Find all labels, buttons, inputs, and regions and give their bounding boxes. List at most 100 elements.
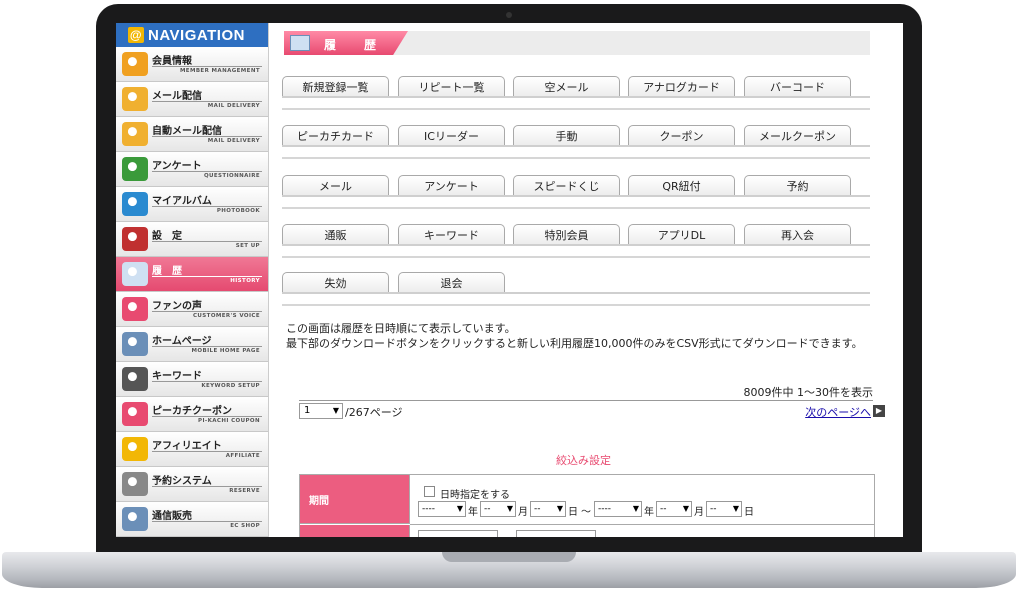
to-month-select[interactable]: -- bbox=[656, 501, 692, 517]
sidebar-item-label: マイアルバム bbox=[152, 196, 212, 207]
sidebar-item-13[interactable]: 予約システム RESERVE bbox=[116, 467, 268, 502]
arrow-right-icon[interactable]: ▶ bbox=[873, 405, 885, 417]
sidebar-item-3[interactable]: 自動メール配信 MAIL DELIVERY bbox=[116, 117, 268, 152]
sidebar-item-sublabel: AFFILIATE bbox=[225, 453, 260, 459]
tab-5-1[interactable]: 失効 bbox=[282, 272, 389, 293]
from-day-unit: 日 bbox=[568, 507, 578, 518]
tab-1-2[interactable]: リピート一覧 bbox=[398, 76, 505, 97]
tab-2-3[interactable]: 手動 bbox=[513, 125, 620, 146]
tab-row-divider bbox=[282, 207, 870, 209]
coin-icon bbox=[122, 437, 148, 461]
sidebar-item-12[interactable]: アフィリエイト AFFILIATE bbox=[116, 432, 268, 467]
sidebar-header-title: NAVIGATION bbox=[148, 26, 245, 44]
tab-3-5[interactable]: 予約 bbox=[744, 175, 851, 196]
sidebar-item-1[interactable]: 会員情報 MEMBER MANAGEMENT bbox=[116, 47, 268, 82]
tab-1-3[interactable]: 空メール bbox=[513, 76, 620, 97]
sidebar-item-rule bbox=[152, 66, 262, 67]
tab-row-divider bbox=[282, 157, 870, 159]
tab-row-divider bbox=[282, 304, 870, 306]
tab-4-5[interactable]: 再入会 bbox=[744, 224, 851, 245]
tab-1-4[interactable]: アナログカード bbox=[628, 76, 735, 97]
description-line-2: 最下部のダウンロードボタンをクリックすると新しい利用履歴10,000件のみをCS… bbox=[286, 337, 863, 350]
sidebar-item-sublabel: EC SHOP bbox=[230, 523, 260, 529]
to-month-unit: 月 bbox=[694, 507, 704, 518]
description-line-1: この画面は履歴を日時順にて表示しています。 bbox=[286, 322, 516, 335]
sidebar-item-rule bbox=[152, 136, 262, 137]
sidebar-item-label: 自動メール配信 bbox=[152, 126, 222, 137]
range-separator: ～ bbox=[581, 507, 591, 518]
mobile-icon bbox=[122, 332, 148, 356]
from-year-select[interactable]: ---- bbox=[418, 501, 466, 517]
sidebar-item-11[interactable]: ピーカチクーポン PI-KACHI COUPON bbox=[116, 397, 268, 432]
mail-icon bbox=[122, 87, 148, 111]
sidebar-item-rule bbox=[152, 311, 262, 312]
tab-4-2[interactable]: キーワード bbox=[398, 224, 505, 245]
album-icon bbox=[122, 192, 148, 216]
at-icon: @ bbox=[128, 27, 144, 43]
tab-4-3[interactable]: 特別会員 bbox=[513, 224, 620, 245]
to-year-select[interactable]: ---- bbox=[594, 501, 642, 517]
tab-2-1[interactable]: ピーカチカード bbox=[282, 125, 389, 146]
sidebar-item-sublabel: HISTORY bbox=[230, 278, 260, 284]
sidebar-item-8[interactable]: ファンの声 CUSTOMER'S VOICE bbox=[116, 292, 268, 327]
sidebar-item-rule bbox=[152, 276, 262, 277]
tab-3-2[interactable]: アンケート bbox=[398, 175, 505, 196]
page-title-bar: 履 歴 bbox=[284, 31, 870, 55]
from-year-unit: 年 bbox=[468, 507, 478, 518]
filter-select-b[interactable] bbox=[516, 530, 596, 537]
sidebar-item-10[interactable]: キーワード KEYWORD SETUP bbox=[116, 362, 268, 397]
tab-4-1[interactable]: 通販 bbox=[282, 224, 389, 245]
tab-3-3[interactable]: スピードくじ bbox=[513, 175, 620, 196]
sidebar-item-label: アフィリエイト bbox=[152, 441, 222, 452]
sidebar-item-rule bbox=[152, 486, 262, 487]
pie-chart-icon bbox=[122, 157, 148, 181]
tab-3-4[interactable]: QR紐付 bbox=[628, 175, 735, 196]
sidebar-item-9[interactable]: ホームページ MOBILE HOME PAGE bbox=[116, 327, 268, 362]
filter-table: 期間 日時指定をする ---- 年 -- 月 -- 日 ～ ---- 年 -- … bbox=[299, 474, 875, 537]
tab-row-divider bbox=[282, 145, 870, 147]
filter-row-divider bbox=[410, 524, 874, 525]
sidebar-item-14[interactable]: 通信販売 EC SHOP bbox=[116, 502, 268, 537]
from-day-value: -- bbox=[534, 504, 541, 514]
sidebar-item-4[interactable]: アンケート QUESTIONNAIRE bbox=[116, 152, 268, 187]
tab-1-1[interactable]: 新規登録一覧 bbox=[282, 76, 389, 97]
pencil-icon bbox=[122, 367, 148, 391]
sidebar-item-rule bbox=[152, 451, 262, 452]
sidebar-item-7[interactable]: 履 歴 HISTORY bbox=[116, 257, 268, 292]
tab-4-4[interactable]: アプリDL bbox=[628, 224, 735, 245]
filter-title: 絞込み設定 bbox=[556, 454, 611, 467]
filter-select-a[interactable] bbox=[418, 530, 498, 537]
tab-row-1: 新規登録一覧 リピート一覧 空メール アナログカード バーコード bbox=[282, 76, 870, 116]
tab-row-3: メール アンケート スピードくじ QR紐付 予約 bbox=[282, 175, 870, 215]
clock-icon bbox=[122, 472, 148, 496]
laptop-notch bbox=[442, 552, 576, 562]
sidebar-item-6[interactable]: 設 定 SET UP bbox=[116, 222, 268, 257]
tab-1-5[interactable]: バーコード bbox=[744, 76, 851, 97]
next-page-link[interactable]: 次のページへ bbox=[805, 404, 871, 420]
history-icon bbox=[290, 35, 310, 51]
to-month-value: -- bbox=[660, 504, 667, 514]
sidebar-item-sublabel: MAIL DELIVERY bbox=[207, 103, 260, 109]
tab-5-2[interactable]: 退会 bbox=[398, 272, 505, 293]
tab-2-4[interactable]: クーポン bbox=[628, 125, 735, 146]
sidebar-item-label: 履 歴 bbox=[152, 266, 182, 277]
from-day-select[interactable]: -- bbox=[530, 501, 566, 517]
tab-2-2[interactable]: ICリーダー bbox=[398, 125, 505, 146]
sidebar-item-2[interactable]: メール配信 MAIL DELIVERY bbox=[116, 82, 268, 117]
sidebar-item-label: 会員情報 bbox=[152, 56, 192, 67]
tab-row-2: ピーカチカード ICリーダー 手動 クーポン メールクーポン bbox=[282, 125, 870, 165]
tab-row-divider bbox=[282, 96, 870, 98]
tab-3-1[interactable]: メール bbox=[282, 175, 389, 196]
screen: @ NAVIGATION 会員情報 MEMBER MANAGEMENT メール配信 M… bbox=[116, 23, 903, 537]
page-select[interactable]: 1 bbox=[299, 403, 343, 419]
to-day-select[interactable]: -- bbox=[706, 501, 742, 517]
sidebar-item-label: 設 定 bbox=[152, 231, 182, 242]
period-label: 期間 bbox=[300, 475, 410, 524]
heart-icon bbox=[122, 297, 148, 321]
tab-2-5[interactable]: メールクーポン bbox=[744, 125, 851, 146]
from-month-select[interactable]: -- bbox=[480, 501, 516, 517]
sidebar-item-5[interactable]: マイアルバム PHOTOBOOK bbox=[116, 187, 268, 222]
tab-row-5: 失効 退会 bbox=[282, 272, 870, 312]
page-description: この画面は履歴を日時順にて表示しています。 最下部のダウンロードボタンをクリック… bbox=[286, 321, 866, 351]
datetime-checkbox[interactable] bbox=[424, 486, 435, 497]
